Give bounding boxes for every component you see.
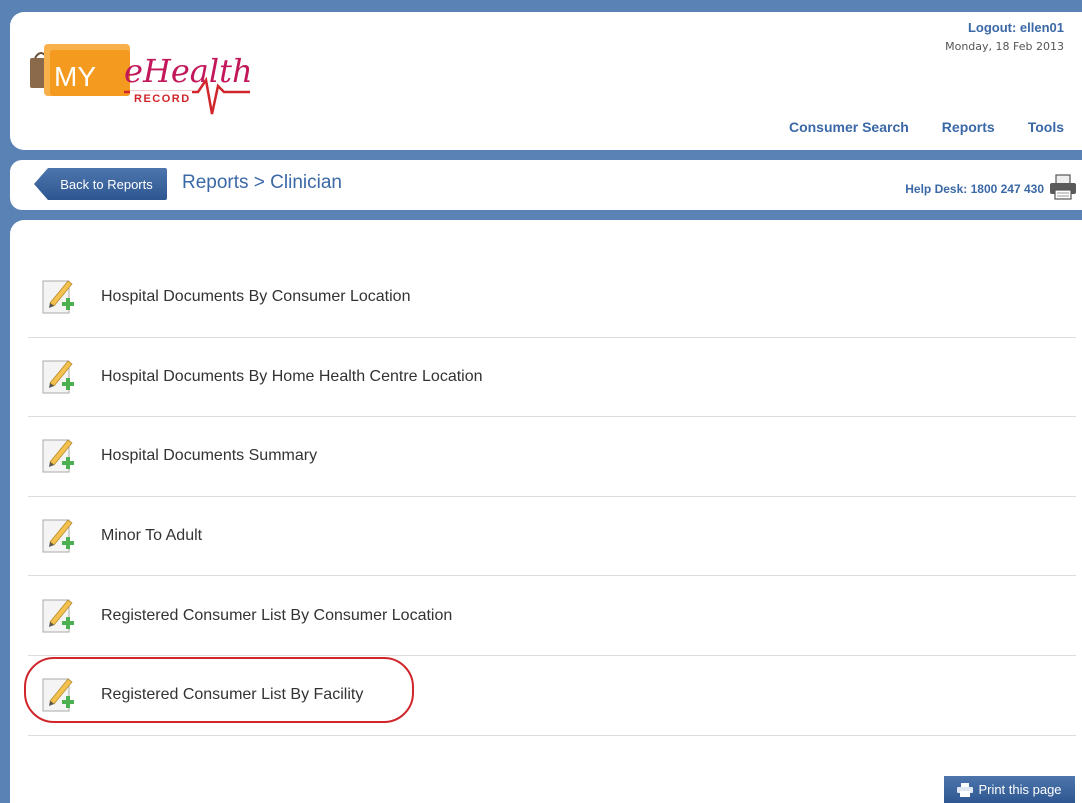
edit-document-icon bbox=[42, 519, 74, 553]
print-page-button[interactable]: Print this page bbox=[944, 776, 1075, 803]
logo-my-text: MY bbox=[54, 61, 96, 92]
helpdesk-number: Help Desk: 1800 247 430 bbox=[905, 182, 1044, 196]
logout-link[interactable]: Logout: ellen01 bbox=[968, 20, 1064, 35]
report-item[interactable]: Minor To Adult bbox=[28, 497, 1076, 577]
report-label[interactable]: Hospital Documents Summary bbox=[101, 447, 317, 465]
nav-tools[interactable]: Tools bbox=[1028, 119, 1064, 135]
edit-document-icon bbox=[42, 439, 74, 473]
back-to-reports-button[interactable]: Back to Reports bbox=[34, 168, 167, 200]
top-nav: Consumer Search Reports Tools bbox=[789, 119, 1064, 135]
breadcrumb: Reports > Clinician bbox=[182, 172, 342, 193]
print-page-label: Print this page bbox=[978, 782, 1062, 797]
nav-consumer-search[interactable]: Consumer Search bbox=[789, 119, 909, 135]
report-label[interactable]: Hospital Documents By Consumer Location bbox=[101, 288, 410, 306]
nav-reports[interactable]: Reports bbox=[942, 119, 995, 135]
highlight-annotation bbox=[24, 657, 414, 723]
logo-record-text: RECORD bbox=[134, 93, 191, 105]
report-item[interactable]: Hospital Documents By Consumer Location bbox=[28, 258, 1076, 338]
edit-document-icon bbox=[42, 599, 74, 633]
report-label[interactable]: Hospital Documents By Home Health Centre… bbox=[101, 368, 483, 386]
report-item[interactable]: Hospital Documents Summary bbox=[28, 417, 1076, 497]
edit-document-icon bbox=[42, 360, 74, 394]
edit-document-icon bbox=[42, 280, 74, 314]
logo-ehealth-text: eHealth bbox=[124, 52, 253, 90]
my-ehealth-record-logo[interactable]: MY eHealth RECORD bbox=[30, 30, 260, 120]
printer-small-icon bbox=[957, 782, 974, 797]
report-label[interactable]: Registered Consumer List By Consumer Loc… bbox=[101, 607, 452, 625]
current-date: Monday, 18 Feb 2013 bbox=[945, 40, 1064, 53]
report-label[interactable]: Minor To Adult bbox=[101, 527, 202, 545]
report-item[interactable]: Registered Consumer List By Consumer Loc… bbox=[28, 576, 1076, 656]
report-item[interactable]: Hospital Documents By Home Health Centre… bbox=[28, 338, 1076, 418]
printer-icon[interactable] bbox=[1048, 172, 1078, 202]
